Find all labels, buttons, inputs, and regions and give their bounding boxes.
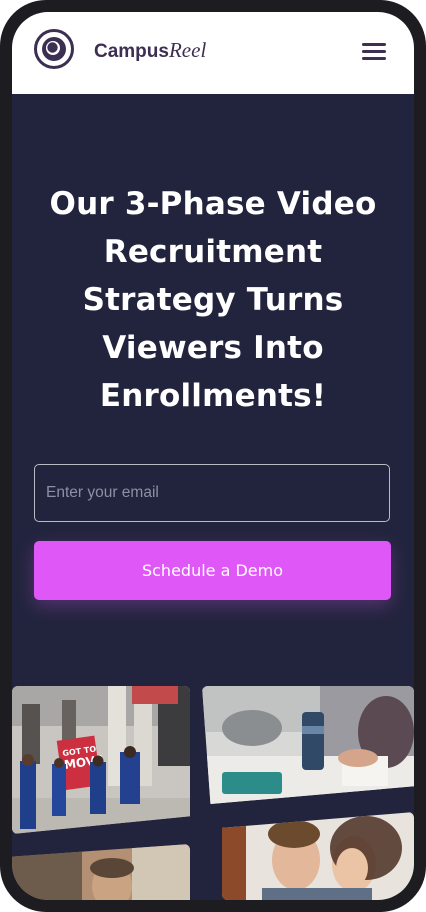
gallery-photo-graduation: GOT TOMOVE xyxy=(12,686,190,834)
menu-line xyxy=(362,50,386,53)
gallery-photo-study-table xyxy=(202,686,414,804)
gallery-photo-friends xyxy=(222,812,414,900)
brand-name-secondary: Reel xyxy=(168,38,207,62)
top-navigation-bar: CampusReel xyxy=(12,12,414,94)
menu-line xyxy=(362,43,386,46)
email-input[interactable] xyxy=(34,464,390,522)
brand-logo-text[interactable]: CampusReel xyxy=(94,36,206,64)
phone-screen: CampusReel Our 3-Phase Video Recruitment… xyxy=(12,12,414,900)
gallery-photo-student xyxy=(12,844,190,900)
brand-name-primary: Campus xyxy=(94,41,169,62)
schedule-demo-button[interactable]: Schedule a Demo xyxy=(34,541,391,600)
hamburger-menu-icon[interactable] xyxy=(360,40,388,62)
eye-icon[interactable] xyxy=(34,29,74,69)
phone-frame: CampusReel Our 3-Phase Video Recruitment… xyxy=(0,0,426,912)
menu-line xyxy=(362,57,386,60)
hero-heading: Our 3-Phase Video Recruitment Strategy T… xyxy=(49,186,377,414)
